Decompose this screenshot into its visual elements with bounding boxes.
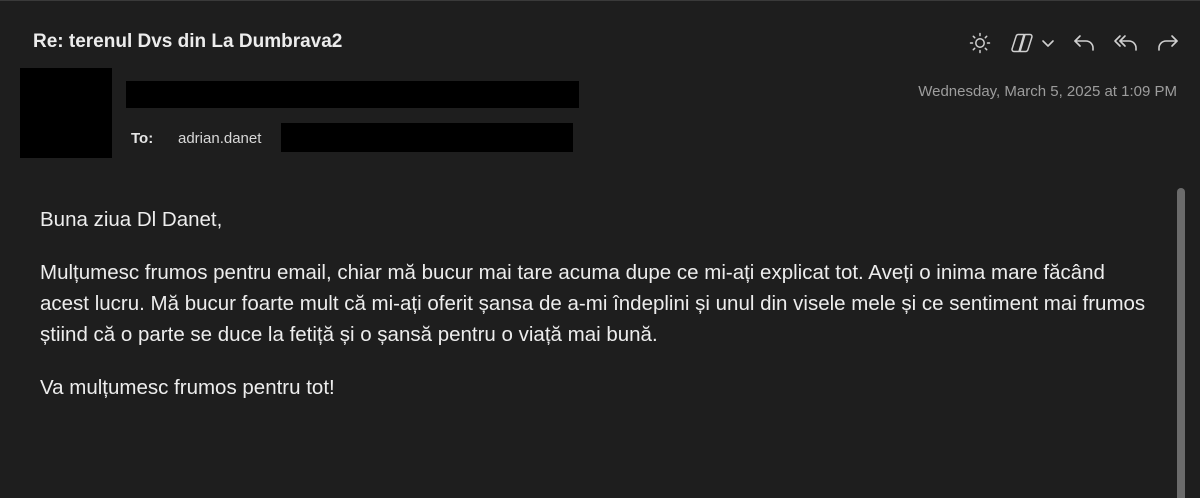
email-closing: Va mulțumesc frumos pentru tot!: [40, 376, 335, 399]
copilot-button[interactable]: [1008, 29, 1036, 57]
sender-name-redacted: [126, 81, 579, 108]
to-label: To:: [131, 129, 154, 147]
forward-icon: [1158, 35, 1178, 51]
brightness-button[interactable]: [966, 29, 994, 57]
message-toolbar: [966, 29, 1182, 57]
brightness-icon: [969, 32, 991, 54]
recipient-address[interactable]: adrian.danet: [178, 130, 261, 147]
email-date: Wednesday, March 5, 2025 at 1:09 PM: [918, 83, 1177, 100]
chevron-down-icon: [1042, 40, 1054, 47]
reply-button[interactable]: [1070, 29, 1098, 57]
email-reading-pane: Re: terenul Dvs din La Dumbrava2 To: adr…: [0, 0, 1200, 498]
forward-button[interactable]: [1154, 29, 1182, 57]
copilot-menu-button[interactable]: [1008, 29, 1056, 57]
recipient-row: To: adrian.danet: [131, 126, 261, 150]
copilot-icon: [1011, 33, 1033, 53]
email-subject: Re: terenul Dvs din La Dumbrava2: [33, 31, 343, 52]
reply-all-icon: [1114, 35, 1137, 51]
vertical-scrollbar[interactable]: [1176, 188, 1186, 498]
email-greeting: Buna ziua Dl Danet,: [40, 208, 223, 231]
email-paragraph: Mulțumesc frumos pentru email, chiar mă …: [40, 261, 1146, 346]
reply-all-button[interactable]: [1112, 29, 1140, 57]
reply-icon: [1074, 35, 1094, 51]
email-body: Buna ziua Dl Danet, Mulțumesc frumos pen…: [40, 204, 1150, 425]
scrollbar-thumb[interactable]: [1177, 188, 1185, 498]
recipient-address-redacted: [281, 123, 573, 152]
sender-avatar-redacted: [20, 68, 112, 158]
